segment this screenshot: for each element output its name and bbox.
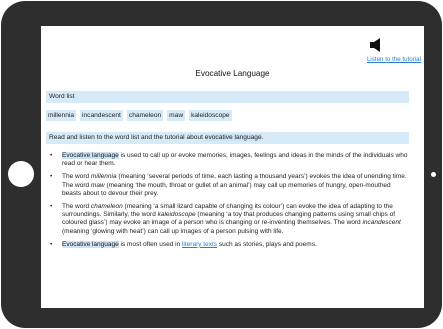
- word-chip[interactable]: millennia: [46, 110, 77, 121]
- word-chip[interactable]: maw: [167, 110, 186, 121]
- word-incandescent: incandescent: [362, 219, 401, 227]
- explanation-list: Evocative language is used to call up or…: [46, 152, 411, 254]
- word-chip[interactable]: kaleidoscope: [189, 110, 232, 121]
- word-chip[interactable]: chameleon: [126, 110, 164, 121]
- instruction-text: Read and listen to the word list and the…: [49, 134, 205, 141]
- bullet-text: The word: [62, 173, 91, 181]
- word-list: millennia incandescent chameleon maw kal…: [46, 110, 232, 121]
- instruction-banner: Read and listen to the word list and the…: [46, 132, 409, 144]
- page-title: Evocative Language: [195, 69, 270, 78]
- bullet-text: (meaning ‘the mouth, throat or gullet of…: [62, 181, 391, 197]
- instruction-end: .: [261, 134, 264, 141]
- home-button[interactable]: [8, 161, 34, 187]
- speaker-icon[interactable]: [370, 38, 382, 52]
- tablet-frame: Listen to the tutorial Evocative Languag…: [1, 1, 442, 328]
- list-item: Evocative language is most often used in…: [46, 240, 411, 249]
- camera-dot: [431, 172, 436, 177]
- list-item: The word millennia (meaning ‘several per…: [46, 173, 411, 198]
- word-millennia: millennia: [90, 173, 117, 181]
- bullet-text: such as stories, plays and poems.: [217, 240, 317, 248]
- evocative-language-highlight[interactable]: Evocative language: [62, 152, 119, 159]
- listen-tutorial-link[interactable]: Listen to the tutorial: [367, 56, 421, 63]
- list-item: Evocative language is used to call up or…: [46, 152, 411, 168]
- screen: Listen to the tutorial Evocative Languag…: [41, 26, 424, 308]
- word-chip[interactable]: incandescent: [80, 110, 123, 121]
- bullet-text: The word: [62, 203, 91, 211]
- bullet-text: is most often used in: [118, 240, 182, 248]
- literary-texts-link[interactable]: literary texts: [182, 241, 217, 248]
- word-chameleon: chameleon: [90, 203, 123, 211]
- evocative-language-highlight[interactable]: Evocative language: [62, 240, 119, 248]
- word-list-heading: Word list: [46, 91, 409, 103]
- word-maw: maw: [90, 181, 105, 189]
- instruction-highlight[interactable]: evocative language: [204, 134, 262, 141]
- word-kaleidoscope: kaleidoscope: [157, 211, 196, 219]
- list-item: The word chameleon (meaning ‘a small liz…: [46, 203, 411, 236]
- bullet-text: (meaning ‘glowing with heat’) can call u…: [62, 227, 284, 235]
